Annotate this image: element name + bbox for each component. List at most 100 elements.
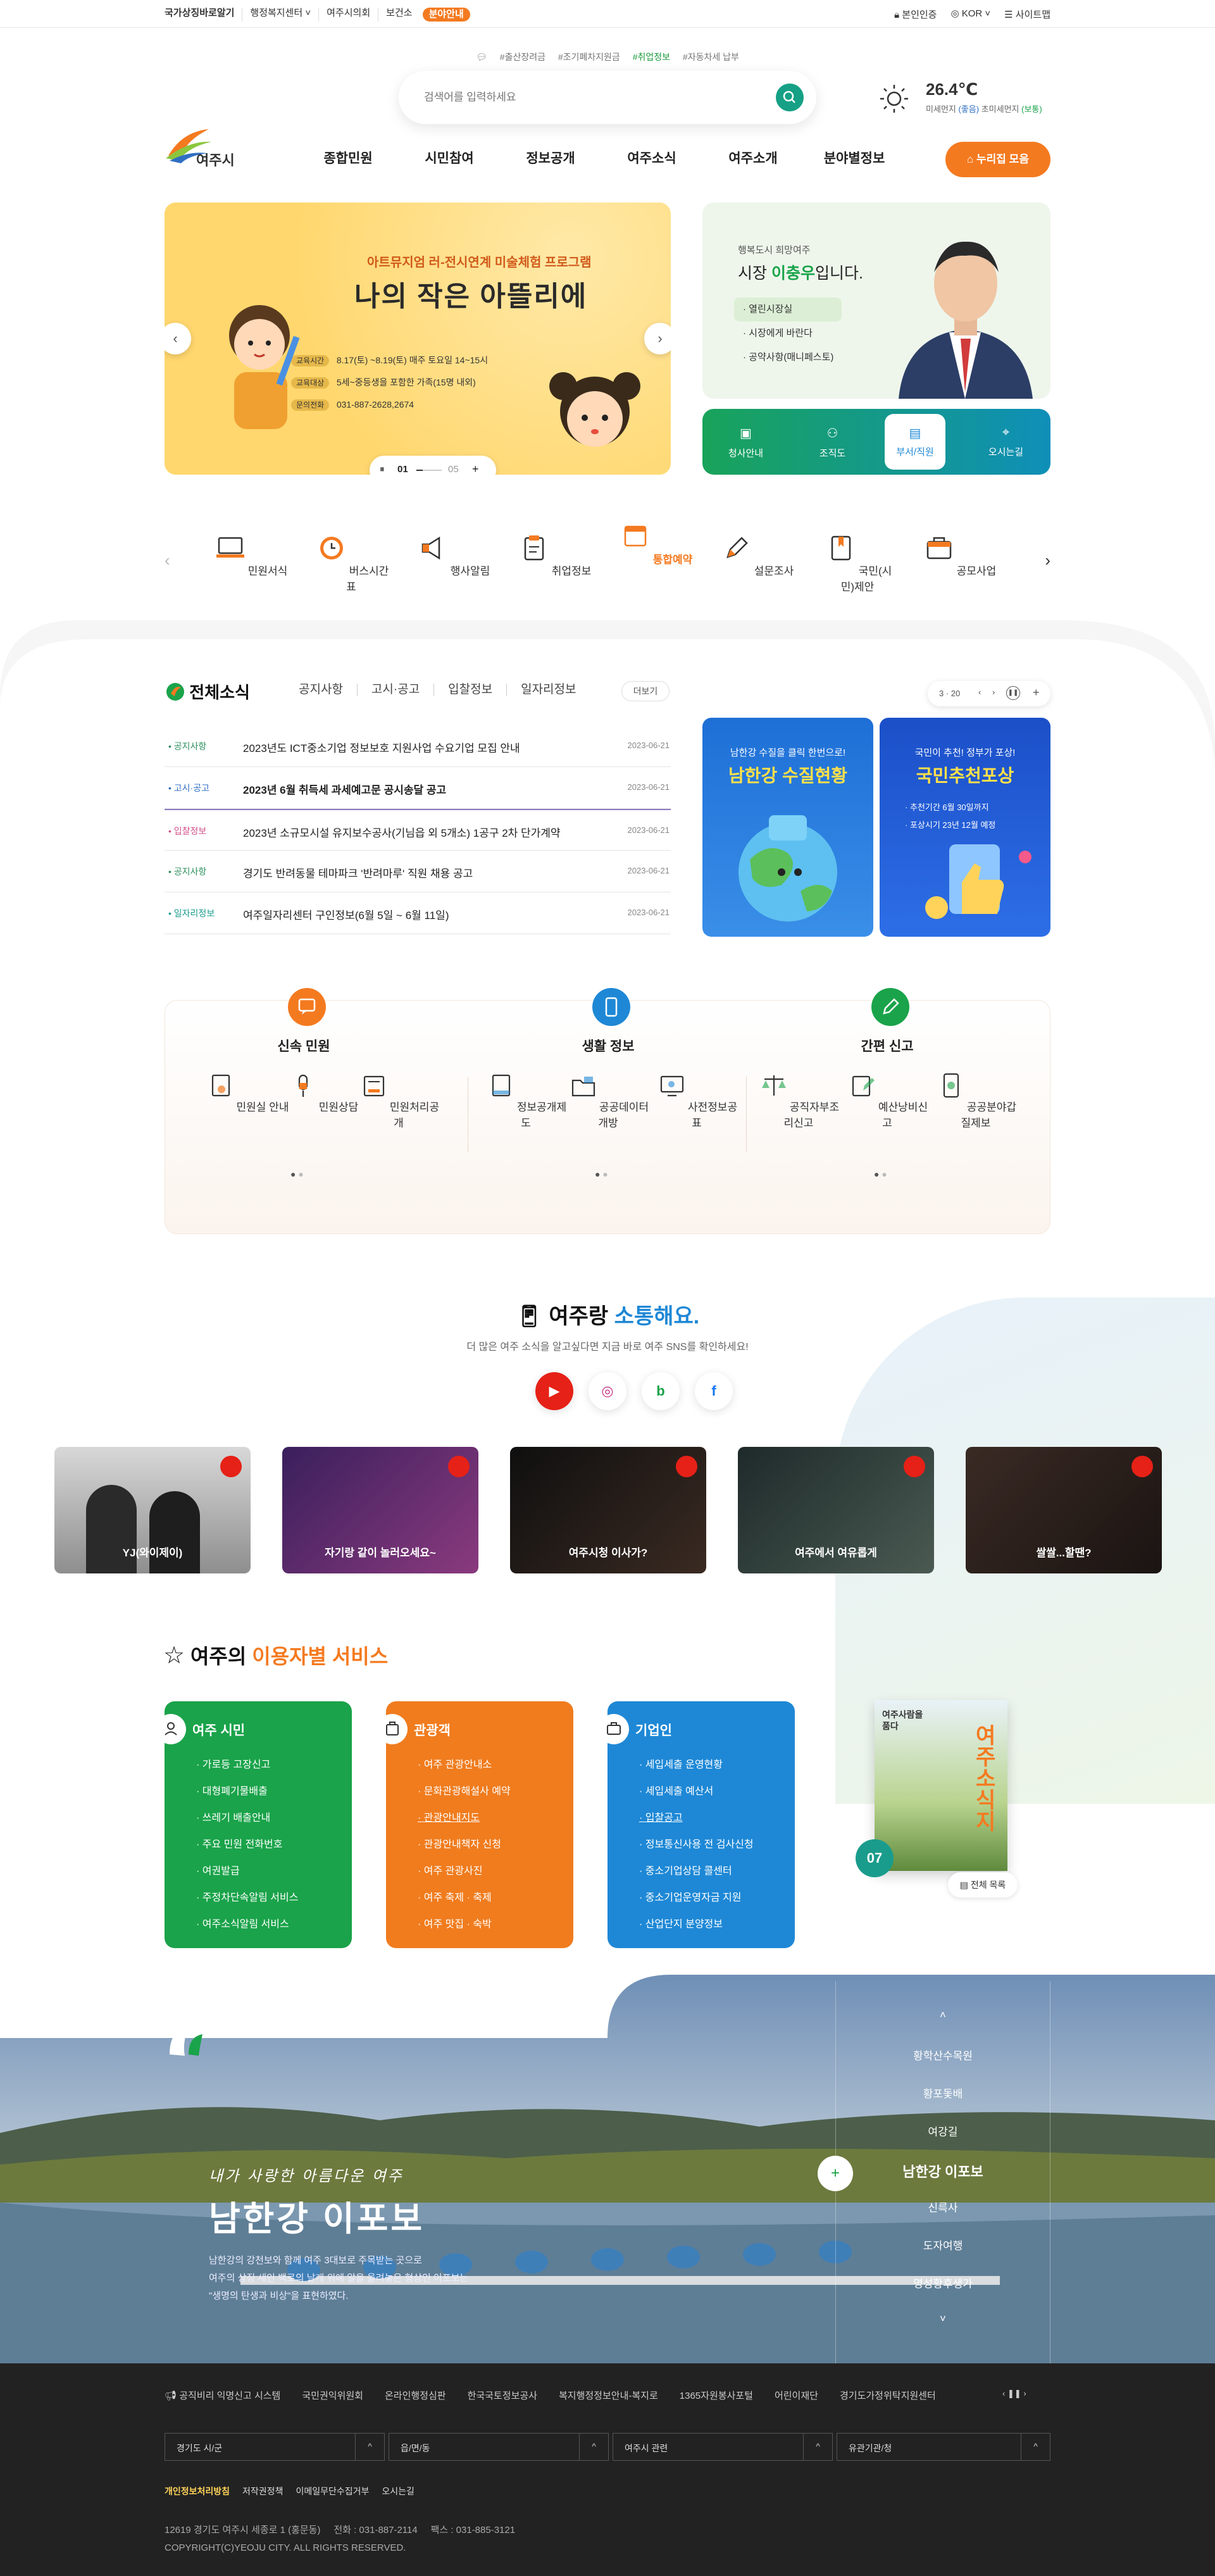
pause-icon[interactable]: ⏸ — [380, 464, 385, 475]
menu-item-org[interactable]: ⚇ 조직도 — [789, 409, 876, 475]
youtube-button[interactable]: ▶ — [535, 1372, 573, 1410]
list-item[interactable]: 입찰공고 — [639, 1805, 754, 1832]
list-item[interactable]: 여주 관광안내소 — [418, 1752, 511, 1779]
topbar-link-council[interactable]: 여주시의회 — [318, 8, 378, 22]
plus-icon[interactable]: + — [818, 2156, 853, 2191]
quick-item[interactable]: 민원서식 — [212, 530, 288, 578]
list-item[interactable]: 산업단지 분양정보 — [639, 1911, 754, 1938]
list-item[interactable]: 대형폐기물배출 — [196, 1779, 298, 1805]
site-collection-button[interactable]: ⌂ 누리집 모음 — [945, 142, 1050, 177]
service-item[interactable]: 공공데이터개방 — [564, 1070, 652, 1130]
list-item[interactable]: 관광안내책자 신청 — [418, 1832, 511, 1858]
tag-link[interactable]: #취업정보 — [633, 52, 670, 62]
mayor-link[interactable]: · 시장에게 바란다 — [734, 322, 842, 346]
list-item[interactable]: 여주 축제 · 축제 — [418, 1885, 511, 1911]
list-item[interactable]: 여권발급 — [196, 1858, 298, 1885]
footer-link[interactable]: 한국국토정보공사 — [468, 2389, 537, 2402]
search-button[interactable] — [776, 84, 804, 111]
list-item[interactable]: 정보통신사용 전 검사신청 — [639, 1832, 754, 1858]
field-guide-badge[interactable]: 분야안내 — [422, 8, 470, 22]
blog-button[interactable]: b — [642, 1372, 680, 1410]
magazine-list-button[interactable]: ▤ 전체 목록 — [948, 1872, 1018, 1898]
topbar-link-admin-center[interactable]: 행정복지센터 ˅ — [242, 8, 318, 22]
list-item[interactable]: 가로등 고장신고 — [196, 1752, 298, 1779]
list-item[interactable]: 여주 맛집 · 숙박 — [418, 1911, 511, 1938]
video-card[interactable]: 쌀쌀...할땐? — [966, 1447, 1162, 1573]
service-item[interactable]: 민원실 안내 — [203, 1070, 290, 1114]
facebook-button[interactable]: f — [695, 1372, 733, 1410]
directions-link[interactable]: 오시는길 — [382, 2485, 414, 2498]
banner-next-button[interactable]: › — [644, 323, 671, 354]
nav-item-disclosure[interactable]: 정보공개 — [500, 148, 601, 167]
tag-link[interactable]: #조기폐차지원금 — [558, 52, 620, 62]
national-award-card[interactable]: 국민이 추천! 정부가 포상! 국민추천포상 · 추천기간 6월 30일까지 ·… — [880, 718, 1050, 937]
related-site-select[interactable]: 유관기관/청 ^ — [837, 2433, 1050, 2461]
quick-item[interactable]: 설문조사 — [718, 530, 794, 578]
mayor-link[interactable]: · 공약사항(매니페스토) — [734, 346, 842, 370]
landscape-menu-item[interactable]: 여강길 — [835, 2123, 1050, 2139]
service-item[interactable]: 공공분야갑질제보 — [932, 1070, 1019, 1130]
carousel-dots[interactable]: ● ● — [874, 1169, 887, 1179]
list-item[interactable]: 세입세출 예산서 — [639, 1779, 754, 1805]
quick-item[interactable]: 취업정보 — [516, 530, 592, 578]
menu-item-staff[interactable]: ▤ 부서/직원 — [885, 414, 945, 470]
menu-item-building[interactable]: ▣ 청사안내 — [702, 409, 789, 475]
service-item[interactable]: 예산낭비신고 — [844, 1070, 931, 1130]
nav-item-participation[interactable]: 시민참여 — [399, 148, 500, 167]
plus-icon[interactable]: + — [472, 463, 479, 475]
email-policy-link[interactable]: 이메일무단수집거부 — [296, 2485, 369, 2498]
list-item[interactable]: • 입찰정보 2023년 소규모시설 유지보수공사(기님읍 외 5개소) 1공구… — [165, 809, 671, 851]
list-item[interactable]: 쓰레기 배출안내 — [196, 1805, 298, 1832]
tab-jobs[interactable]: 일자리정보 — [506, 684, 590, 696]
search-input[interactable] — [424, 87, 753, 108]
quick-next-button[interactable]: › — [1045, 551, 1050, 570]
chevron-up-icon[interactable]: ˄ — [835, 2009, 1050, 2022]
footer-link[interactable]: 국민권익위원회 — [302, 2389, 363, 2402]
quick-item[interactable]: 공모사업 — [921, 530, 997, 578]
landscape-menu-item[interactable]: 황학산수목원 — [835, 2047, 1050, 2063]
landscape-menu-item[interactable]: 도자여행 — [835, 2237, 1050, 2253]
chevron-down-icon[interactable]: ˅ — [835, 2313, 1050, 2325]
chevron-right-icon[interactable]: › — [1023, 2389, 1026, 2398]
service-item[interactable]: 민원상담 — [279, 1070, 366, 1114]
nav-item-field[interactable]: 분야별정보 — [804, 148, 905, 167]
list-item[interactable]: 관광안내지도 — [418, 1805, 511, 1832]
video-card[interactable]: 자기랑 같이 놀러오세요~ — [282, 1447, 478, 1573]
magazine-widget[interactable]: 여주사람을 품다 여주소식지 07 ▤ 전체 목록 — [856, 1691, 1020, 1898]
list-item[interactable]: 세입세출 운영현황 — [639, 1752, 754, 1779]
footer-link[interactable]: 경기도가정위탁지원센터 — [840, 2389, 936, 2402]
chevron-left-icon[interactable]: ‹ — [1002, 2389, 1005, 2398]
privacy-link[interactable]: 개인정보처리방침 — [165, 2485, 230, 2498]
tab-announcement[interactable]: 고시·공고 — [356, 684, 433, 696]
quick-item[interactable]: 국민(시민)제안 — [819, 530, 895, 594]
video-card[interactable]: 여주에서 여유롭게 — [738, 1447, 934, 1573]
list-item[interactable]: • 고시·공고 2023년 6월 취득세 과세예고문 공시송달 공고 2023-… — [165, 767, 671, 809]
pause-icon[interactable]: ❚❚ — [1007, 2389, 1021, 2398]
main-banner[interactable]: 아트뮤지엄 러-전시연계 미술체험 프로그램 나의 작은 아뜰리에 교육시간 8… — [165, 203, 671, 475]
list-item[interactable]: • 공지사항 경기도 반려동물 테마파크 '반려마루' 직원 채용 공고 202… — [165, 851, 671, 892]
nav-item-news[interactable]: 여주소식 — [601, 148, 702, 167]
footer-link[interactable]: 온라인행정심판 — [385, 2389, 446, 2402]
landscape-menu-item-active[interactable]: 남한강 이포보 — [835, 2161, 1050, 2181]
quick-item[interactable]: 통합예약 — [617, 519, 693, 566]
video-card[interactable]: YJ(와이제이) — [54, 1447, 251, 1573]
service-item[interactable]: 공직자부조리신고 — [755, 1070, 842, 1130]
news-more-button[interactable]: 더보기 — [621, 681, 670, 701]
topbar-link-health-center[interactable]: 보건소 — [378, 8, 420, 22]
chevron-right-icon[interactable]: › — [992, 687, 995, 697]
mayor-link[interactable]: · 열린시장실 — [734, 297, 842, 322]
list-item[interactable]: 문화관광해설사 예약 — [418, 1779, 511, 1805]
list-item[interactable]: 중소기업운영자금 지원 — [639, 1885, 754, 1911]
tag-link[interactable]: #출산장려금 — [500, 52, 545, 62]
tab-notice[interactable]: 공지사항 — [285, 684, 357, 696]
quick-prev-button[interactable]: ‹ — [165, 551, 170, 570]
service-item[interactable]: 사전정보공표 — [653, 1070, 740, 1130]
city-logo[interactable]: 여주시 — [163, 125, 252, 171]
related-site-select[interactable]: 여주시 관련 ^ — [613, 2433, 833, 2461]
language-select[interactable]: ◎ KOR ˅ — [950, 8, 990, 21]
nav-item-civil[interactable]: 종합민원 — [297, 148, 399, 167]
menu-item-directions[interactable]: ⌖ 오시는길 — [963, 409, 1049, 475]
footer-link[interactable]: 1365자원봉사포털 — [680, 2389, 753, 2402]
list-item[interactable]: 여주소식알림 서비스 — [196, 1911, 298, 1938]
auth-link[interactable]: 🔒︎ 본인인증 — [894, 8, 937, 21]
